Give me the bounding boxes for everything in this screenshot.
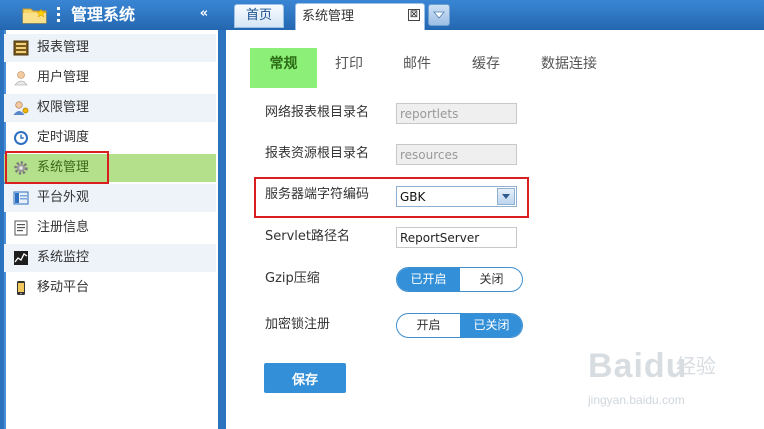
- lock-toggle[interactable]: 开启 已关闭: [396, 313, 523, 338]
- clock-icon: [14, 131, 28, 145]
- mobile-icon: [17, 281, 25, 295]
- permission-icon: [13, 101, 29, 115]
- collapse-sidebar-button[interactable]: «: [194, 5, 214, 23]
- sidebar-header: 管理系统 «: [0, 0, 222, 30]
- sidebar-item-platform-appearance[interactable]: 平台外观: [4, 184, 216, 212]
- sidebar-item-permission-management[interactable]: 权限管理: [4, 94, 216, 122]
- servlet-field[interactable]: [396, 227, 517, 248]
- tab-home[interactable]: 首页: [234, 4, 284, 28]
- user-icon: [14, 71, 28, 86]
- sidebar-item-label: 定时调度: [37, 130, 90, 145]
- servlet-label: Servlet路径名: [265, 229, 350, 244]
- register-icon: [14, 220, 28, 236]
- close-tab-icon[interactable]: ⊠: [408, 9, 420, 21]
- subtab-email[interactable]: 邮件: [403, 48, 431, 88]
- lock-label: 加密锁注册: [265, 317, 331, 332]
- lock-on-option[interactable]: 开启: [397, 314, 460, 337]
- monitor-icon: [14, 251, 28, 265]
- baidu-watermark: Baidu 经验 jingyan.baidu.com: [588, 346, 758, 414]
- gzip-off-option[interactable]: 关闭: [460, 268, 522, 291]
- sidebar-item-label: 注册信息: [37, 220, 90, 235]
- sidebar-item-mobile-platform[interactable]: 移动平台: [4, 274, 216, 302]
- sidebar-item-label: 移动平台: [37, 280, 90, 295]
- sidebar-item-user-management[interactable]: 用户管理: [4, 64, 216, 92]
- watermark-brand: Baidu: [588, 347, 688, 385]
- sidebar-item-label: 报表管理: [37, 40, 90, 55]
- sidebar-item-system-monitor[interactable]: 系统监控: [4, 244, 216, 272]
- save-button[interactable]: 保存: [264, 363, 346, 393]
- report-root-field[interactable]: [396, 103, 517, 124]
- sidebar: 管理系统 « 报表管理 用户管理 权限管理 定时调度 系统管理 平台外观 注册信…: [0, 0, 222, 429]
- subtab-general[interactable]: 常规: [250, 48, 317, 88]
- sidebar-item-report-management[interactable]: 报表管理: [4, 34, 216, 62]
- watermark-cn: 经验: [676, 354, 716, 378]
- gzip-toggle[interactable]: 已开启 关闭: [396, 267, 523, 292]
- sidebar-item-label: 系统监控: [37, 250, 90, 265]
- subtab-print[interactable]: 打印: [335, 48, 363, 88]
- subtab-data-connection[interactable]: 数据连接: [541, 48, 597, 88]
- tab-list-dropdown-button[interactable]: [428, 4, 450, 26]
- tab-system-management[interactable]: 系统管理: [295, 3, 425, 30]
- watermark-url: jingyan.baidu.com: [588, 393, 685, 407]
- chevron-down-icon: [433, 11, 445, 19]
- resource-root-field[interactable]: [396, 144, 517, 165]
- sidebar-item-label: 权限管理: [37, 100, 90, 115]
- folder-icon: [22, 8, 47, 24]
- resource-root-label: 报表资源根目录名: [265, 146, 370, 161]
- drag-dots-icon: [57, 7, 61, 23]
- gzip-label: Gzip压缩: [265, 271, 320, 286]
- sidebar-item-label: 平台外观: [37, 190, 90, 205]
- sidebar-item-registration-info[interactable]: 注册信息: [4, 214, 216, 242]
- highlight-box: [5, 151, 109, 184]
- sidebar-item-scheduling[interactable]: 定时调度: [4, 124, 216, 152]
- lock-off-option[interactable]: 已关闭: [460, 314, 522, 337]
- highlight-box: [254, 177, 529, 218]
- sidebar-item-label: 用户管理: [37, 70, 90, 85]
- subtab-cache[interactable]: 缓存: [472, 48, 500, 88]
- report-icon: [13, 40, 29, 56]
- app-title: 管理系统: [71, 5, 136, 24]
- tab-label: 系统管理: [302, 9, 355, 24]
- appearance-icon: [13, 191, 29, 205]
- report-root-label: 网络报表根目录名: [265, 105, 370, 120]
- gzip-on-option[interactable]: 已开启: [397, 268, 460, 291]
